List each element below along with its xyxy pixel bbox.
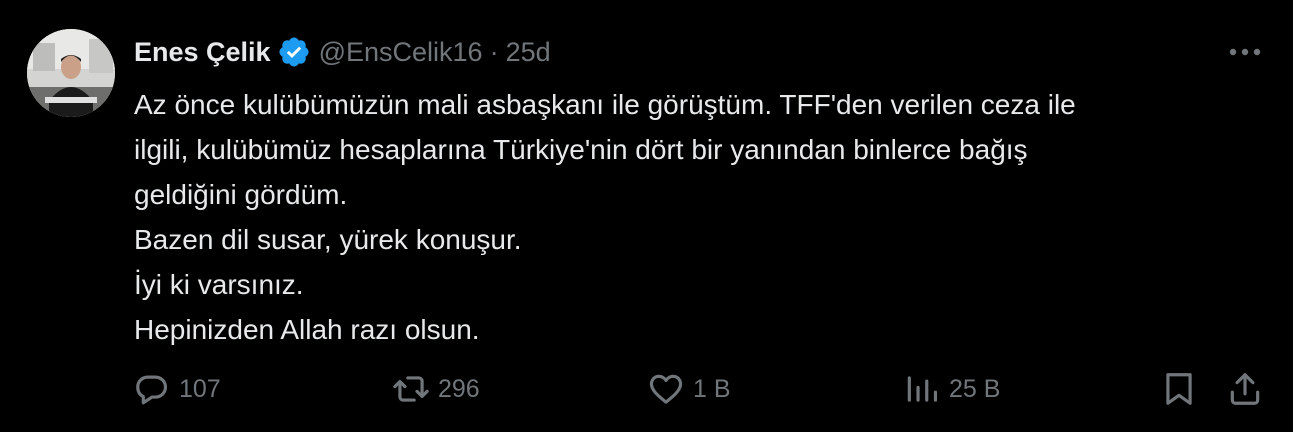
retweet-count: 296 — [438, 374, 480, 403]
tweet-header: Enes Çelik @EnsCelik16 · 25d — [134, 32, 551, 72]
bookmark-icon[interactable] — [1160, 370, 1198, 408]
tweet-line: geldiğini gördüm. — [134, 179, 348, 210]
tweet-line: Az önce kulübümüzün mali asbaşkanı ile g… — [134, 89, 1076, 120]
timestamp[interactable]: 25d — [506, 37, 551, 68]
share-icon[interactable] — [1226, 370, 1264, 408]
tweet-line: Hepinizden Allah razı olsun. — [134, 314, 480, 345]
more-options-icon[interactable] — [1227, 38, 1263, 66]
reply-count: 107 — [179, 374, 221, 403]
avatar-image — [27, 29, 115, 117]
reply-button[interactable]: 107 — [133, 366, 221, 412]
separator-dot: · — [489, 36, 499, 67]
tweet-line: Bazen dil susar, yürek konuşur. — [134, 224, 522, 255]
analytics-icon — [907, 376, 938, 402]
reply-icon — [136, 375, 168, 405]
display-name[interactable]: Enes Çelik — [134, 37, 271, 68]
tweet-line: İyi ki varsınız. — [134, 269, 304, 300]
retweet-button[interactable]: 296 — [392, 366, 480, 412]
like-count: 1 B — [693, 374, 731, 403]
heart-icon — [649, 374, 683, 404]
tweet-line: ilgili, kulübümüz hesaplarına Türkiye'ni… — [134, 134, 1028, 165]
avatar[interactable] — [27, 29, 115, 117]
views-count: 25 B — [949, 374, 1001, 403]
verified-badge-icon[interactable] — [277, 35, 311, 69]
action-bar: 107 296 1 B 25 B — [0, 366, 1293, 412]
like-button[interactable]: 1 B — [647, 366, 731, 412]
retweet-icon — [393, 376, 429, 402]
user-handle[interactable]: @EnsCelik16 — [319, 37, 483, 68]
tweet-text: Az önce kulübümüzün mali asbaşkanı ile g… — [134, 82, 1264, 352]
views-button[interactable]: 25 B — [903, 366, 1000, 412]
